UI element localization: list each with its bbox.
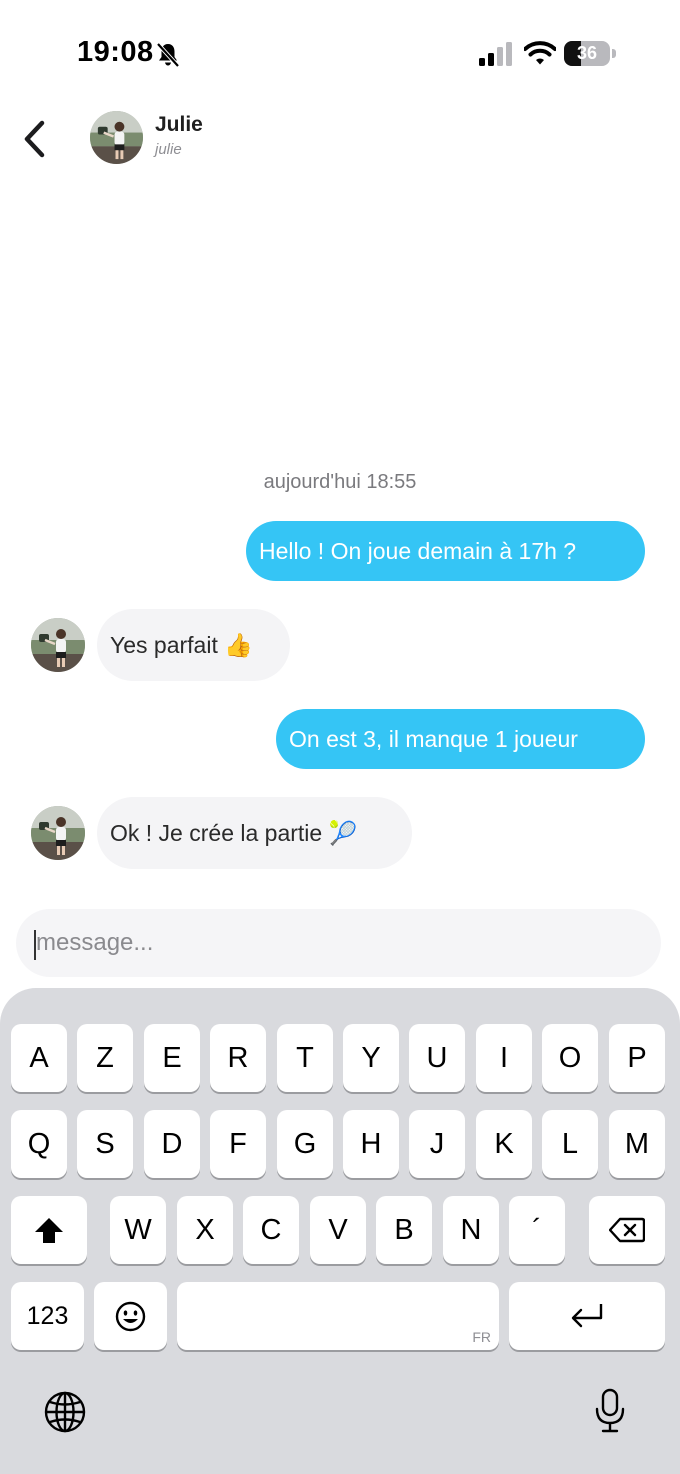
backspace-key[interactable] — [589, 1196, 665, 1264]
emoji-key[interactable] — [94, 1282, 167, 1350]
wifi-icon — [524, 41, 556, 65]
key-r[interactable]: R — [210, 1024, 266, 1092]
numbers-key[interactable]: 123 — [11, 1282, 84, 1350]
key-c[interactable]: C — [243, 1196, 299, 1264]
contact-avatar[interactable] — [90, 111, 143, 164]
key-u[interactable]: U — [409, 1024, 465, 1092]
key-y[interactable]: Y — [343, 1024, 399, 1092]
message-composer[interactable] — [16, 909, 661, 977]
message-bubble-received[interactable]: Yes parfait 👍 — [97, 609, 290, 681]
key-acute[interactable]: ´ — [509, 1196, 565, 1264]
return-icon — [571, 1304, 603, 1328]
key-j[interactable]: J — [409, 1110, 465, 1178]
key-t[interactable]: T — [277, 1024, 333, 1092]
bell-slash-icon — [156, 42, 180, 68]
contact-avatar[interactable] — [31, 618, 85, 672]
battery-icon: 36 — [564, 41, 616, 66]
key-z[interactable]: Z — [77, 1024, 133, 1092]
message-bubble-sent[interactable]: Hello ! On joue demain à 17h ? — [246, 521, 645, 581]
emoji-icon — [115, 1301, 146, 1332]
microphone-icon[interactable] — [594, 1388, 626, 1434]
message-input[interactable] — [36, 909, 636, 977]
contact-handle: julie — [155, 141, 182, 158]
message-text: Hello ! On joue demain à 17h ? — [259, 538, 577, 564]
key-e[interactable]: E — [144, 1024, 200, 1092]
key-b[interactable]: B — [376, 1196, 432, 1264]
contact-name: Julie — [155, 113, 203, 136]
key-q[interactable]: Q — [11, 1110, 67, 1178]
keyboard-language-label: FR — [472, 1329, 491, 1345]
cellular-signal-icon — [479, 42, 512, 66]
key-s[interactable]: S — [77, 1110, 133, 1178]
key-p[interactable]: P — [609, 1024, 665, 1092]
space-key[interactable]: FR — [177, 1282, 499, 1350]
globe-icon[interactable] — [44, 1391, 86, 1433]
avatar-photo — [31, 618, 85, 672]
battery-level: 36 — [576, 43, 598, 63]
key-x[interactable]: X — [177, 1196, 233, 1264]
backspace-icon — [609, 1217, 645, 1243]
key-n[interactable]: N — [443, 1196, 499, 1264]
keyboard: A Z E R T Y U I O P Q S D F G H J K L M … — [0, 988, 680, 1474]
key-l[interactable]: L — [542, 1110, 598, 1178]
key-g[interactable]: G — [277, 1110, 333, 1178]
key-h[interactable]: H — [343, 1110, 399, 1178]
message-text: Ok ! Je crée la partie 🎾 — [110, 820, 358, 846]
status-time: 19:08 — [77, 36, 154, 68]
message-text: Yes parfait 👍 — [110, 632, 253, 658]
avatar-photo — [90, 111, 143, 164]
key-w[interactable]: W — [110, 1196, 166, 1264]
key-m[interactable]: M — [609, 1110, 665, 1178]
chevron-left-icon[interactable] — [18, 118, 54, 160]
status-bar: 19:08 36 — [0, 0, 680, 100]
key-k[interactable]: K — [476, 1110, 532, 1178]
message-text: On est 3, il manque 1 joueur — [289, 726, 578, 752]
shift-icon — [35, 1218, 63, 1243]
avatar-photo — [31, 806, 85, 860]
date-separator: aujourd'hui 18:55 — [263, 471, 417, 493]
key-i[interactable]: I — [476, 1024, 532, 1092]
key-f[interactable]: F — [210, 1110, 266, 1178]
shift-key[interactable] — [11, 1196, 87, 1264]
chat-header: Julie julie — [0, 100, 680, 180]
message-bubble-received[interactable]: Ok ! Je crée la partie 🎾 — [97, 797, 412, 869]
return-key[interactable] — [509, 1282, 665, 1350]
contact-avatar[interactable] — [31, 806, 85, 860]
key-d[interactable]: D — [144, 1110, 200, 1178]
message-bubble-sent[interactable]: On est 3, il manque 1 joueur — [276, 709, 645, 769]
text-caret — [34, 930, 36, 960]
key-o[interactable]: O — [542, 1024, 598, 1092]
key-a[interactable]: A — [11, 1024, 67, 1092]
key-v[interactable]: V — [310, 1196, 366, 1264]
